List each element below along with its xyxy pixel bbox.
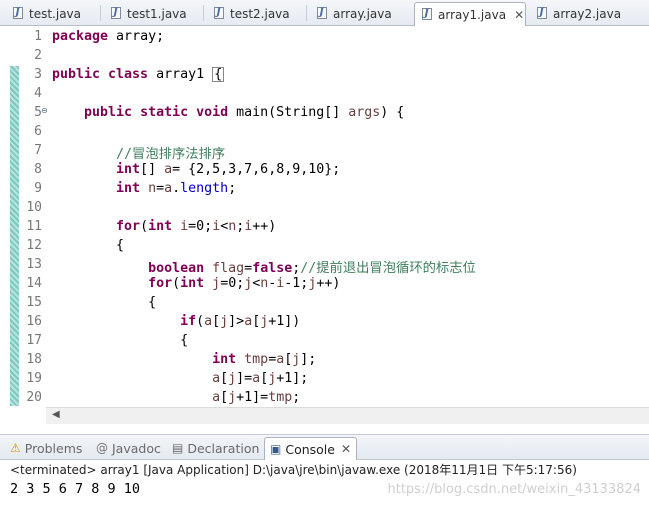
tab-label: array1.java xyxy=(438,7,507,22)
code-line[interactable]: public static void main(String[] args) { xyxy=(52,105,404,120)
problems-icon: ⚠ xyxy=(10,441,21,455)
java-file-icon: J xyxy=(110,7,122,20)
tab-label: test1.java xyxy=(127,6,187,21)
code-line[interactable]: if(a[j]>a[j+1]) xyxy=(52,314,300,329)
console-output: 2 3 5 6 7 8 9 10 xyxy=(10,481,141,497)
line-number: 5 xyxy=(34,105,42,120)
code-line[interactable]: //冒泡排序法排序 xyxy=(52,143,225,162)
code-line[interactable]: int tmp=a[j]; xyxy=(52,352,316,367)
line-number: 3 xyxy=(34,67,42,82)
code-line[interactable]: boolean flag=false;//提前退出冒泡循环的标志位 xyxy=(52,257,476,276)
line-number: 16 xyxy=(26,314,42,329)
close-icon[interactable]: ✕ xyxy=(341,442,351,456)
code-line[interactable]: for(int i=0;i<n;i++) xyxy=(52,219,276,234)
code-editor[interactable]: 1 package array; 2 3 public class array1 { 4 5… xyxy=(0,26,649,410)
line-number: 1 xyxy=(34,29,42,44)
tab-label: array.java xyxy=(333,6,392,21)
tab-label: Declaration xyxy=(187,440,260,456)
line-number: 14 xyxy=(26,276,42,291)
line-number: 6 xyxy=(34,124,42,139)
tab-test1-java[interactable]: J test1.java xyxy=(104,2,187,25)
java-file-icon: J xyxy=(316,7,328,20)
code-line[interactable]: a[j+1]=tmp; xyxy=(52,390,300,405)
java-file-icon: J xyxy=(213,7,225,20)
code-line[interactable]: public class array1 { xyxy=(52,67,225,82)
java-file-icon: J xyxy=(536,7,548,20)
code-line[interactable]: int n=a.length; xyxy=(52,181,236,196)
java-file-icon: J xyxy=(12,7,24,20)
tab-label: Problems xyxy=(24,440,83,456)
tab-console[interactable]: ▣ Console ✕ xyxy=(264,437,358,460)
tab-problems[interactable]: ⚠ Problems xyxy=(10,438,82,458)
line-number: 18 xyxy=(26,352,42,367)
line-number: 2 xyxy=(34,48,42,63)
console-icon: ▣ xyxy=(270,442,282,456)
line-number: 8 xyxy=(34,162,42,177)
line-number: 9 xyxy=(34,181,42,196)
scroll-left-icon[interactable]: ◀ xyxy=(52,409,60,420)
line-number: 7 xyxy=(34,143,42,158)
watermark: https://blog.csdn.net/weixin_43133824 xyxy=(387,482,641,497)
code-line[interactable]: a[j]=a[j+1]; xyxy=(52,371,308,386)
tab-test-java[interactable]: J test.java xyxy=(6,2,81,25)
change-indicator-bar xyxy=(10,66,19,406)
tab-declaration[interactable]: ▤ Declaration xyxy=(172,438,259,458)
line-number: 11 xyxy=(26,219,42,234)
tab-label: Javadoc xyxy=(112,440,161,456)
code-line[interactable]: { xyxy=(52,333,188,348)
line-number: 19 xyxy=(26,371,42,386)
tab-label: test2.java xyxy=(230,6,290,21)
line-number: 15 xyxy=(26,295,42,310)
fold-collapse-icon[interactable]: ⊖ xyxy=(41,106,48,115)
tab-label: array2.java xyxy=(553,6,622,21)
code-line[interactable]: int[] a= {2,5,3,7,6,8,9,10}; xyxy=(52,162,340,177)
tab-label: test.java xyxy=(29,6,82,21)
tab-label: Console xyxy=(285,441,335,457)
line-number: 10 xyxy=(26,200,42,215)
code-line[interactable]: for(int j=0;j<n-i-1;j++) xyxy=(52,276,340,291)
code-line[interactable]: { xyxy=(52,238,124,253)
java-file-icon: J xyxy=(421,8,433,21)
javadoc-icon: @ xyxy=(96,441,108,455)
line-number: 13 xyxy=(26,257,42,272)
tab-javadoc[interactable]: @ Javadoc xyxy=(96,438,161,458)
bottom-panel-tabs: ⚠ Problems @ Javadoc ▤ Declaration ▣ Con… xyxy=(0,434,649,460)
tab-array2-java[interactable]: J array2.java xyxy=(530,2,621,25)
line-number: 12 xyxy=(26,238,42,253)
line-number: 20 xyxy=(26,390,42,405)
line-number: 4 xyxy=(34,86,42,101)
line-number: 17 xyxy=(26,333,42,348)
declaration-icon: ▤ xyxy=(172,441,184,455)
close-icon[interactable]: ✕ xyxy=(514,8,524,22)
tab-array-java[interactable]: J array.java xyxy=(310,2,392,25)
console-status: <terminated> array1 [Java Application] D… xyxy=(10,463,577,477)
horizontal-scrollbar[interactable]: ◀ xyxy=(46,407,649,424)
tab-test2-java[interactable]: J test2.java xyxy=(207,2,290,25)
tab-array1-java[interactable]: J array1.java ✕ xyxy=(414,2,526,26)
code-line[interactable]: package array; xyxy=(52,29,164,44)
editor-tab-bar: J test.java J test1.java J test2.java J … xyxy=(0,0,649,26)
code-line[interactable]: { xyxy=(52,295,156,310)
